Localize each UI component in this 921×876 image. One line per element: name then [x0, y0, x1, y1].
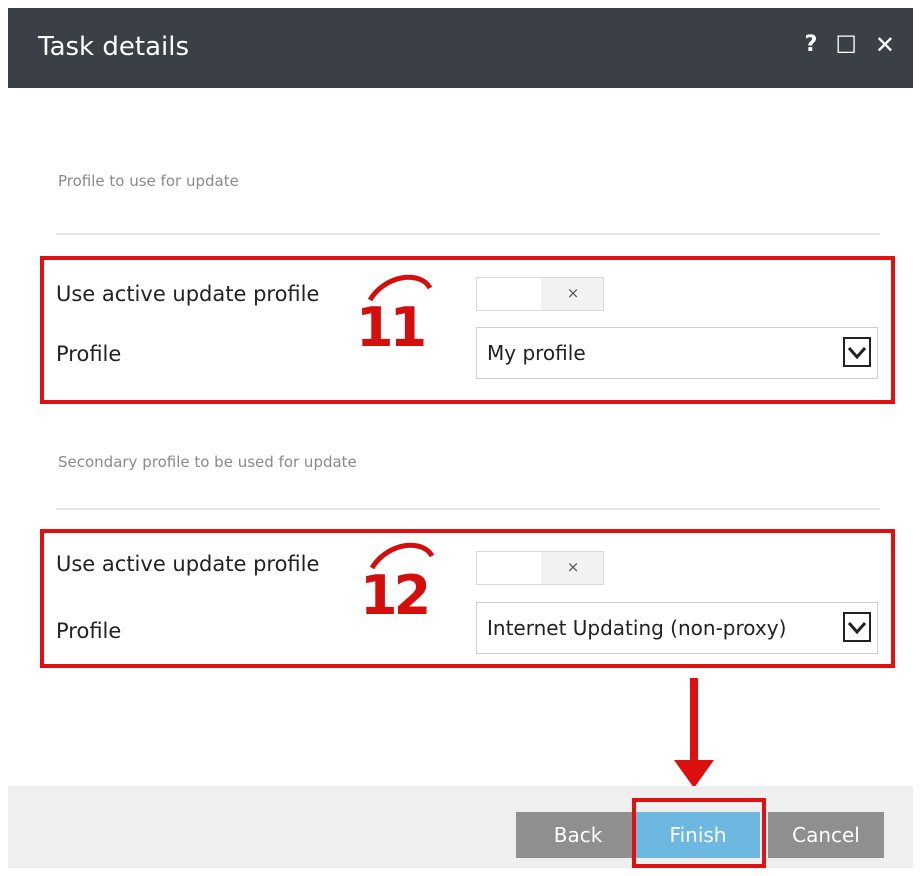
maximize-icon[interactable]: ☐	[835, 30, 857, 60]
secondary-divider	[56, 508, 880, 510]
back-button[interactable]: Back	[516, 812, 640, 858]
window-title: Task details	[38, 32, 189, 62]
primary-section-title: Profile to use for update	[58, 172, 239, 190]
window-controls: ? ☐ ✕	[805, 30, 895, 60]
arrow-down-icon	[674, 760, 714, 788]
highlight-box-finish	[632, 798, 766, 868]
badge-swoosh-icon	[367, 274, 433, 302]
badge-swoosh-icon	[369, 542, 435, 570]
close-icon[interactable]: ✕	[875, 30, 895, 60]
highlight-box-primary	[40, 256, 895, 404]
primary-divider	[56, 233, 880, 235]
highlight-box-secondary	[40, 529, 895, 668]
secondary-section-title: Secondary profile to be used for update	[58, 453, 357, 471]
help-icon[interactable]: ?	[805, 30, 818, 60]
cancel-button[interactable]: Cancel	[768, 812, 884, 858]
title-bar: Task details ? ☐ ✕	[8, 8, 913, 88]
arrow-shaft	[690, 678, 698, 768]
